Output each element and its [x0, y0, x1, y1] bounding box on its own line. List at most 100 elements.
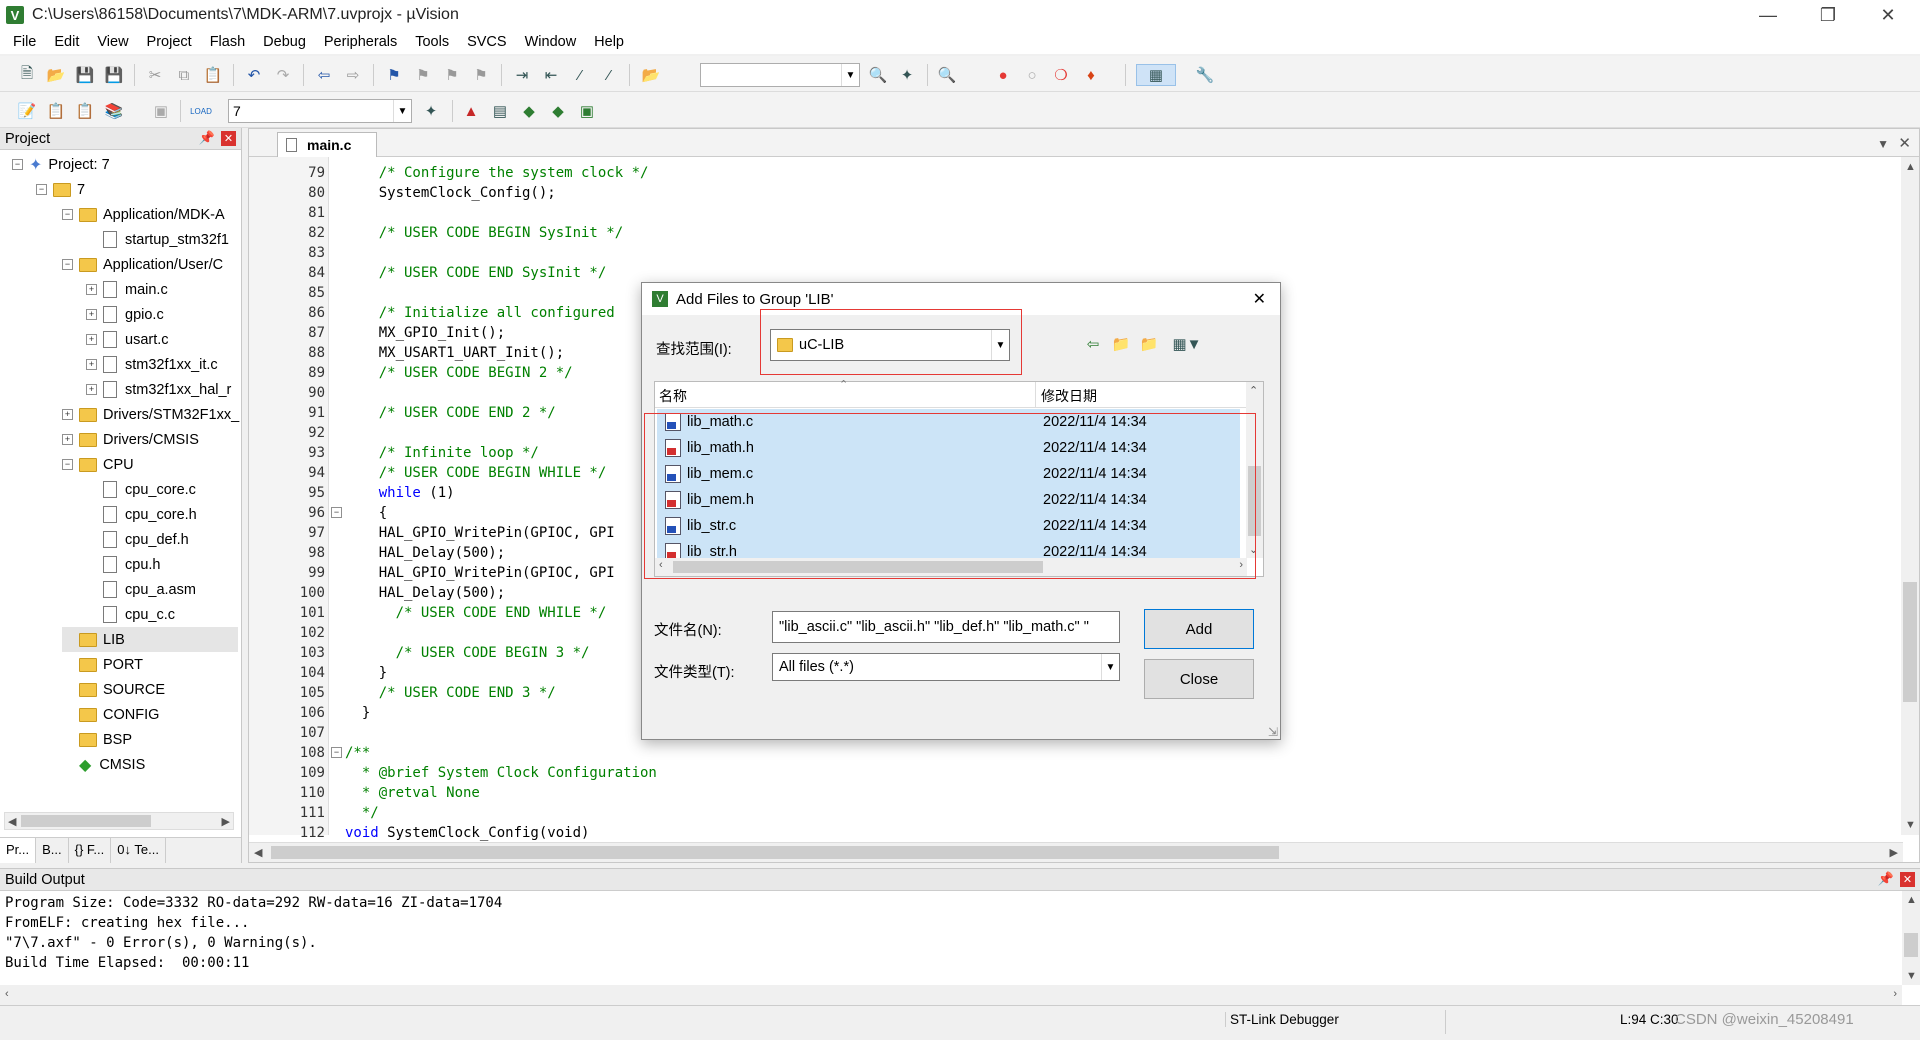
file-extensions-icon[interactable]: ▤: [489, 100, 511, 122]
expand-icon[interactable]: +: [86, 284, 97, 295]
tree-item[interactable]: + usart.c: [86, 327, 169, 352]
tree-item[interactable]: LIB: [62, 627, 238, 652]
expand-icon[interactable]: +: [86, 359, 97, 370]
scroll-right-icon[interactable]: ▶: [222, 815, 230, 828]
collapse-icon[interactable]: −: [62, 459, 73, 470]
translate-icon[interactable]: 📝: [16, 100, 38, 122]
menu-debug[interactable]: Debug: [254, 34, 315, 50]
comment-icon[interactable]: ⁄: [569, 64, 591, 86]
scroll-right-icon[interactable]: ›: [1893, 988, 1897, 1000]
scroll-up-icon[interactable]: ⌃: [1249, 384, 1258, 397]
manage-components-icon[interactable]: ▲: [460, 100, 482, 122]
add-button[interactable]: Add: [1144, 609, 1254, 649]
configure-wrench-icon[interactable]: 🔧: [1194, 64, 1216, 86]
tab-functions[interactable]: {} F...: [69, 838, 112, 863]
scroll-down-icon[interactable]: ▼: [1906, 970, 1917, 982]
tree-horizontal-scrollbar[interactable]: ◀ ▶: [4, 812, 234, 830]
menu-peripherals[interactable]: Peripherals: [315, 34, 406, 50]
stop-build-icon[interactable]: ▣: [150, 100, 172, 122]
breakpoints-dropdown-icon[interactable]: ♦: [1080, 64, 1102, 86]
menu-help[interactable]: Help: [585, 34, 633, 50]
tree-item[interactable]: SOURCE: [62, 677, 165, 702]
tree-item[interactable]: BSP: [62, 727, 132, 752]
rebuild-icon[interactable]: 📋: [74, 100, 96, 122]
menu-flash[interactable]: Flash: [201, 34, 254, 50]
menu-window[interactable]: Window: [516, 34, 586, 50]
editor-horizontal-scrollbar[interactable]: ◀ ▶: [249, 842, 1903, 862]
close-window-button[interactable]: ✕: [1860, 0, 1916, 30]
filetype-select[interactable]: All files (*.*) ▼: [772, 653, 1120, 681]
menu-view[interactable]: View: [88, 34, 137, 50]
indent-icon[interactable]: ⇥: [511, 64, 533, 86]
navigate-forward-icon[interactable]: ⇨: [342, 64, 364, 86]
scroll-down-icon[interactable]: ▼: [1905, 819, 1916, 831]
redo-icon[interactable]: ↷: [272, 64, 294, 86]
close-icon[interactable]: ✕: [1900, 872, 1915, 887]
tree-item[interactable]: + stm32f1xx_hal_r: [86, 377, 231, 402]
undo-icon[interactable]: ↶: [243, 64, 265, 86]
scroll-left-icon[interactable]: ◀: [8, 815, 16, 828]
expand-icon[interactable]: +: [62, 434, 73, 445]
close-tab-icon[interactable]: ✕: [1898, 134, 1911, 152]
save-icon[interactable]: 💾: [74, 64, 96, 86]
fold-icon[interactable]: −: [331, 507, 342, 518]
menu-tools[interactable]: Tools: [406, 34, 458, 50]
tab-list-chevron-icon[interactable]: ▼: [1877, 137, 1889, 151]
back-arrow-icon[interactable]: ⇦: [1082, 333, 1104, 355]
breakpoint-icon[interactable]: ●: [992, 64, 1014, 86]
target-select[interactable]: 7 ▼: [228, 99, 412, 123]
close-icon[interactable]: ✕: [1253, 289, 1266, 309]
build-vertical-scrollbar[interactable]: ▲ ▼: [1902, 891, 1920, 985]
view-menu-icon[interactable]: ▦▼: [1170, 333, 1204, 355]
tree-item[interactable]: + Drivers/STM32F1xx_: [62, 402, 239, 427]
close-icon[interactable]: ✕: [221, 131, 236, 146]
column-header-name[interactable]: 名称: [659, 386, 687, 406]
manage-run-time-env-icon[interactable]: ◆: [518, 100, 540, 122]
cut-icon[interactable]: ✂: [144, 64, 166, 86]
target-options-icon[interactable]: ✦: [420, 100, 442, 122]
pin-icon[interactable]: 📌: [1878, 871, 1894, 887]
expand-icon[interactable]: +: [86, 334, 97, 345]
breakpoint-kill-icon[interactable]: ❍: [1050, 64, 1072, 86]
tree-item[interactable]: startup_stm32f1: [86, 227, 229, 252]
tree-item[interactable]: cpu.h: [86, 552, 160, 577]
tab-books[interactable]: B...: [36, 838, 69, 863]
window-layout-icon[interactable]: ▦: [1136, 64, 1176, 86]
tab-project[interactable]: Pr...: [0, 838, 37, 863]
pin-icon[interactable]: 📌: [199, 130, 215, 146]
build-icon[interactable]: 📋: [45, 100, 67, 122]
close-button[interactable]: Close: [1144, 659, 1254, 699]
resize-grip-icon[interactable]: ⇲: [1268, 725, 1278, 739]
bookmark-toggle-icon[interactable]: ⚑: [383, 64, 405, 86]
bookmark-next-icon[interactable]: ⚑: [441, 64, 463, 86]
find-combo[interactable]: ▼: [700, 63, 860, 87]
open-file-icon[interactable]: 📂: [45, 64, 67, 86]
tree-item[interactable]: + gpio.c: [86, 302, 164, 327]
column-header-date[interactable]: 修改日期: [1041, 386, 1097, 406]
collapse-icon[interactable]: −: [62, 209, 73, 220]
new-file-icon[interactable]: 🗎: [16, 64, 38, 86]
tree-item[interactable]: − Application/MDK-A: [62, 202, 225, 227]
scroll-up-icon[interactable]: ▲: [1905, 161, 1916, 173]
unindent-icon[interactable]: ⇤: [540, 64, 562, 86]
scroll-left-icon[interactable]: ◀: [254, 846, 262, 859]
tree-item[interactable]: − ✦ Project: 7: [12, 152, 110, 177]
collapse-icon[interactable]: −: [62, 259, 73, 270]
scroll-up-icon[interactable]: ▲: [1906, 894, 1917, 906]
tree-item[interactable]: ◆ CMSIS: [62, 752, 145, 777]
tree-item[interactable]: − Application/User/C: [62, 252, 223, 277]
fold-icon[interactable]: −: [331, 747, 342, 758]
select-software-packs-icon[interactable]: ▣: [576, 100, 598, 122]
expand-icon[interactable]: +: [86, 384, 97, 395]
expand-icon[interactable]: +: [86, 309, 97, 320]
paste-icon[interactable]: 📋: [202, 64, 224, 86]
tab-templates[interactable]: 0↓ Te...: [111, 838, 166, 863]
tree-item[interactable]: cpu_c.c: [86, 602, 175, 627]
collapse-icon[interactable]: −: [36, 184, 47, 195]
tree-item[interactable]: cpu_core.h: [86, 502, 197, 527]
save-all-icon[interactable]: 💾: [103, 64, 125, 86]
tree-item[interactable]: cpu_def.h: [86, 527, 189, 552]
copy-icon[interactable]: ⧉: [173, 64, 195, 86]
menu-project[interactable]: Project: [138, 34, 201, 50]
tree-item[interactable]: − CPU: [62, 452, 134, 477]
